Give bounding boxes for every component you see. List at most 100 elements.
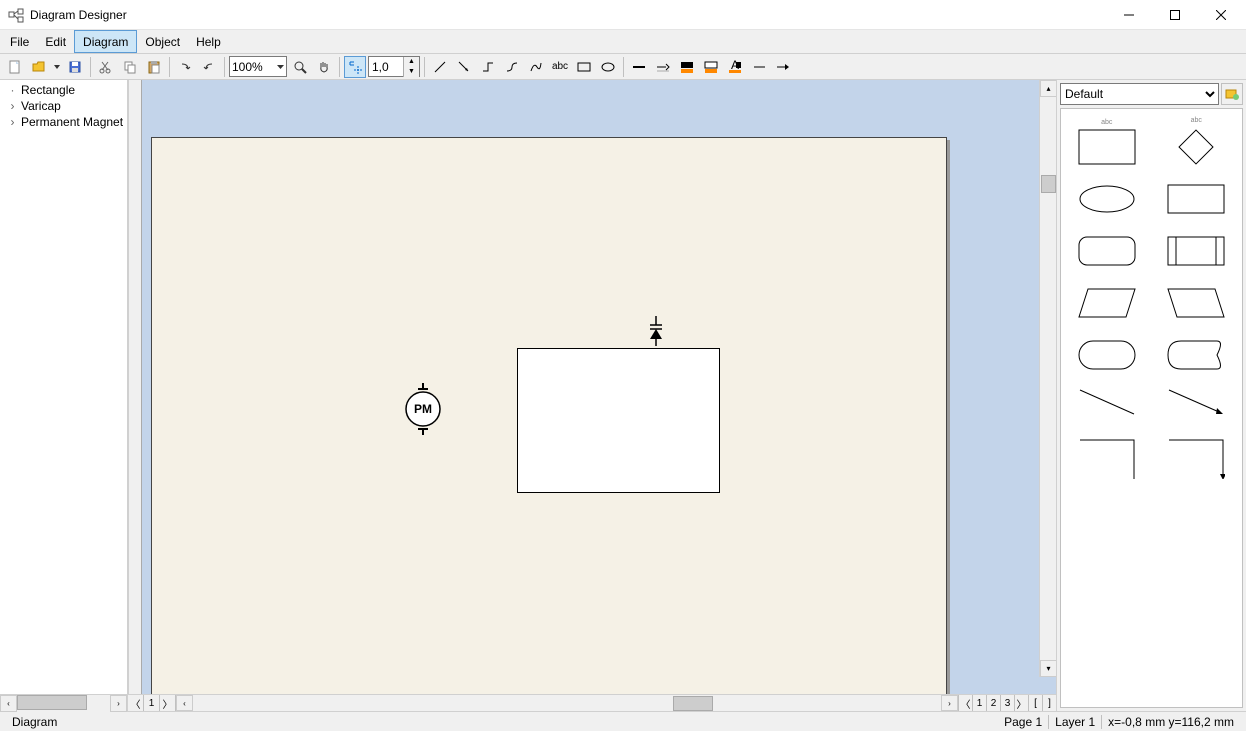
page[interactable]: PM — [151, 137, 947, 694]
rectangle-shape[interactable] — [517, 348, 720, 493]
palette-ellipse[interactable] — [1065, 169, 1149, 219]
palette-elbow[interactable] — [1065, 429, 1149, 479]
scroll-thumb[interactable] — [17, 695, 87, 710]
palette-display[interactable] — [1155, 325, 1239, 375]
menu-help[interactable]: Help — [188, 30, 229, 53]
status-page: Page 1 — [998, 715, 1048, 729]
palette-rect[interactable] — [1155, 169, 1239, 219]
menu-diagram[interactable]: Diagram — [74, 30, 137, 53]
status-left: Diagram — [6, 715, 63, 729]
linecolor-tool[interactable] — [676, 56, 698, 78]
shape-palette: abc abc — [1060, 108, 1243, 708]
snap-toggle[interactable] — [344, 56, 366, 78]
canvas-hscrollbar[interactable] — [193, 695, 941, 711]
layer-bracket-r[interactable]: ] — [1042, 695, 1056, 711]
close-button[interactable] — [1198, 0, 1244, 30]
scroll-up-button[interactable]: ▴ — [1040, 80, 1056, 97]
palette-roundrect[interactable] — [1065, 221, 1149, 271]
palette-parallelogram-r[interactable] — [1155, 273, 1239, 323]
minimize-button[interactable] — [1106, 0, 1152, 30]
layer-bracket-l[interactable]: [ — [1028, 695, 1042, 711]
open-dropdown[interactable] — [52, 56, 62, 78]
palette-text-rect[interactable]: abc — [1065, 117, 1149, 167]
palette-elbow-arrow[interactable] — [1155, 429, 1239, 479]
ellipse-tool[interactable] — [597, 56, 619, 78]
palette-line[interactable] — [1065, 377, 1149, 427]
textcolor-tool[interactable]: A — [724, 56, 746, 78]
tree-item-varicap[interactable]: ›Varicap — [0, 98, 127, 114]
page-nav-next[interactable]: 〉 — [160, 695, 176, 711]
save-button[interactable] — [64, 56, 86, 78]
menu-edit[interactable]: Edit — [37, 30, 74, 53]
connector1-tool[interactable] — [477, 56, 499, 78]
canvas-vscrollbar[interactable]: ▴ ▾ — [1039, 80, 1056, 677]
arrow-start-tool[interactable] — [748, 56, 770, 78]
tree-item-permanent-magnet[interactable]: ›Permanent Magnet — [0, 114, 127, 130]
curve-tool[interactable] — [525, 56, 547, 78]
tree-hscrollbar[interactable]: ‹ › — [0, 694, 127, 711]
expand-icon[interactable]: › — [8, 99, 17, 113]
menu-file[interactable]: File — [2, 30, 37, 53]
text-tool[interactable]: abc — [549, 56, 571, 78]
linestyle-tool[interactable] — [628, 56, 650, 78]
linewidth-up[interactable]: ▲ — [404, 57, 419, 67]
canvas-bottom-strip: 〈 1 〉 ‹ › 〈 1 2 3 〉 [ ] — [128, 694, 1056, 711]
new-button[interactable] — [4, 56, 26, 78]
status-coords: x=-0,8 mm y=116,2 mm — [1102, 715, 1240, 729]
maximize-button[interactable] — [1152, 0, 1198, 30]
window-title: Diagram Designer — [30, 8, 127, 22]
object-tree[interactable]: ·Rectangle ›Varicap ›Permanent Magnet — [0, 80, 127, 694]
toolbar: 100% ▲▼ abc A — [0, 54, 1246, 80]
vscroll-thumb[interactable] — [1041, 175, 1056, 193]
copy-button[interactable] — [119, 56, 141, 78]
undo-button[interactable] — [174, 56, 196, 78]
template-browse-button[interactable] — [1221, 83, 1243, 105]
paste-button[interactable] — [143, 56, 165, 78]
redo-button[interactable] — [198, 56, 220, 78]
palette-diamond[interactable]: abc — [1155, 117, 1239, 167]
hscroll-thumb[interactable] — [673, 696, 713, 711]
canvas[interactable]: PM — [128, 80, 1056, 694]
linewidth-down[interactable]: ▼ — [404, 67, 419, 77]
hscroll-right[interactable]: › — [941, 695, 958, 711]
lineend-tool[interactable] — [652, 56, 674, 78]
arrow-tool[interactable] — [453, 56, 475, 78]
varicap-shape[interactable] — [648, 316, 664, 346]
layer-nav-prev[interactable]: 〈 — [958, 695, 972, 711]
palette-subprocess[interactable] — [1155, 221, 1239, 271]
zoom-combo[interactable]: 100% — [229, 56, 287, 77]
layer-tab-1[interactable]: 1 — [972, 695, 986, 711]
palette-terminator[interactable] — [1065, 325, 1149, 375]
arrow-end-tool[interactable] — [772, 56, 794, 78]
zoom-tool[interactable] — [289, 56, 311, 78]
cut-button[interactable] — [95, 56, 117, 78]
layer-tab-2[interactable]: 2 — [986, 695, 1000, 711]
linewidth-input[interactable] — [369, 60, 403, 74]
fillcolor-tool[interactable] — [700, 56, 722, 78]
page-tab-1[interactable]: 1 — [144, 695, 160, 711]
workarea: ·Rectangle ›Varicap ›Permanent Magnet ‹ … — [0, 80, 1246, 711]
scroll-left-button[interactable]: ‹ — [0, 695, 17, 712]
menu-object[interactable]: Object — [137, 30, 188, 53]
vertical-ruler — [129, 80, 142, 694]
page-nav-prev[interactable]: 〈 — [128, 695, 144, 711]
scroll-right-button[interactable]: › — [110, 695, 127, 712]
template-select[interactable]: Default — [1060, 83, 1219, 105]
palette-arrow-line[interactable] — [1155, 377, 1239, 427]
open-button[interactable] — [28, 56, 50, 78]
scroll-down-button[interactable]: ▾ — [1040, 660, 1056, 677]
expand-icon[interactable]: › — [8, 115, 17, 129]
line-tool[interactable] — [429, 56, 451, 78]
rect-tool[interactable] — [573, 56, 595, 78]
layer-nav-next[interactable]: 〉 — [1014, 695, 1028, 711]
linewidth-spinner[interactable]: ▲▼ — [368, 56, 420, 77]
connector2-tool[interactable] — [501, 56, 523, 78]
pan-tool[interactable] — [313, 56, 335, 78]
zoom-value: 100% — [232, 60, 263, 74]
statusbar: Diagram Page 1 Layer 1 x=-0,8 mm y=116,2… — [0, 711, 1246, 731]
palette-parallelogram-l[interactable] — [1065, 273, 1149, 323]
layer-tab-3[interactable]: 3 — [1000, 695, 1014, 711]
permanent-magnet-shape[interactable]: PM — [403, 383, 443, 435]
hscroll-left[interactable]: ‹ — [176, 695, 193, 711]
tree-item-rectangle[interactable]: ·Rectangle — [0, 82, 127, 98]
